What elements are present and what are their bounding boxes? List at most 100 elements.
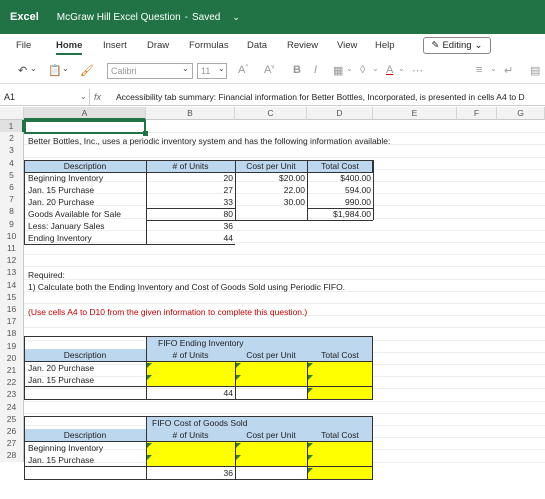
tab-insert[interactable]: Insert xyxy=(103,40,127,51)
tab-review[interactable]: Review xyxy=(287,40,318,51)
units-cell[interactable]: 33 xyxy=(146,197,233,208)
required-label[interactable]: Required: xyxy=(28,270,65,281)
row-header[interactable]: 18 xyxy=(0,327,24,340)
desc-cell[interactable]: Ending Inventory xyxy=(28,233,92,244)
row-header[interactable]: 26 xyxy=(0,425,24,438)
row-header[interactable]: 7 xyxy=(0,193,24,206)
units-cell[interactable]: 80 xyxy=(146,209,233,220)
row-header[interactable]: 12 xyxy=(0,254,24,267)
decrease-font-icon[interactable]: Av xyxy=(264,64,274,76)
row-header[interactable]: 22 xyxy=(0,376,24,389)
row-header[interactable]: 25 xyxy=(0,412,24,425)
question-text[interactable]: 1) Calculate both the Ending Inventory a… xyxy=(28,282,345,293)
row-header[interactable]: 9 xyxy=(0,217,24,230)
chevron-down-icon[interactable]: ⌄ xyxy=(372,64,379,73)
tab-home[interactable]: Home xyxy=(56,40,83,55)
row-header[interactable]: 24 xyxy=(0,400,24,413)
tab-file[interactable]: File xyxy=(16,40,31,51)
chevron-down-icon[interactable]: ⌄ xyxy=(30,64,37,73)
row-header[interactable]: 10 xyxy=(0,229,24,242)
fill-color-icon[interactable]: ◊ xyxy=(360,64,365,76)
clipboard-icon[interactable]: 📋 xyxy=(48,64,62,77)
units-cell[interactable]: 36 xyxy=(146,221,233,232)
chevron-down-icon[interactable]: ⌄ xyxy=(490,64,497,73)
undo-icon[interactable]: ↶ xyxy=(18,64,27,77)
instruction-text[interactable]: (Use cells A4 to D10 from the given info… xyxy=(28,307,307,318)
desc-cell[interactable]: Beginning Inventory xyxy=(28,173,103,184)
column-header-d[interactable]: D xyxy=(307,107,373,120)
font-color-icon[interactable]: A xyxy=(386,64,393,76)
column-header-a[interactable]: A xyxy=(24,107,146,120)
italic-icon[interactable]: I xyxy=(314,64,317,76)
column-header-e[interactable]: E xyxy=(373,107,457,120)
tab-formulas[interactable]: Formulas xyxy=(189,40,229,51)
tab-help[interactable]: Help xyxy=(375,40,395,51)
cost-cell[interactable]: 22.00 xyxy=(235,185,305,196)
increase-font-icon[interactable]: A^ xyxy=(238,64,248,76)
row-header[interactable]: 16 xyxy=(0,303,24,316)
select-all-corner[interactable] xyxy=(0,107,24,120)
total-cell[interactable]: 990.00 xyxy=(307,197,371,208)
row-header[interactable]: 28 xyxy=(0,449,24,462)
chevron-down-icon[interactable]: ⌄ xyxy=(218,64,225,73)
selected-cell-a1[interactable] xyxy=(24,120,146,134)
row-header[interactable]: 3 xyxy=(0,144,24,157)
row-header[interactable]: 15 xyxy=(0,290,24,303)
tab-view[interactable]: View xyxy=(337,40,357,51)
tab-draw[interactable]: Draw xyxy=(147,40,169,51)
tab-data[interactable]: Data xyxy=(247,40,267,51)
units-cell[interactable]: 27 xyxy=(146,185,233,196)
row-header[interactable]: 27 xyxy=(0,437,24,450)
row-header[interactable]: 2 xyxy=(0,132,24,145)
row-header[interactable]: 20 xyxy=(0,351,24,364)
app-name[interactable]: Excel xyxy=(10,11,39,23)
chevron-down-icon[interactable]: ⌄ xyxy=(398,64,405,73)
row-header[interactable]: 17 xyxy=(0,315,24,328)
row-header[interactable]: 13 xyxy=(0,266,24,279)
function-icon[interactable]: fx xyxy=(94,92,101,102)
chevron-down-icon[interactable]: ⌄ xyxy=(346,64,353,73)
cost-cell[interactable]: $20.00 xyxy=(235,173,305,184)
wrap-text-icon[interactable]: ↵ xyxy=(504,64,513,77)
font-name-select[interactable]: Calibri xyxy=(107,63,193,79)
chevron-down-icon[interactable]: ⌄ xyxy=(182,64,189,73)
row-header[interactable]: 19 xyxy=(0,339,24,352)
name-box[interactable]: A1 xyxy=(0,89,90,106)
more-options-icon[interactable]: ⋯ xyxy=(412,64,423,77)
column-header-c[interactable]: C xyxy=(235,107,307,120)
chevron-down-icon[interactable]: ⌄ xyxy=(80,92,87,101)
desc-cell[interactable]: Less: January Sales xyxy=(28,221,105,232)
desc-cell[interactable]: Jan. 20 Purchase xyxy=(28,197,94,208)
units-cell[interactable]: 44 xyxy=(146,233,233,244)
borders-icon[interactable]: ▦ xyxy=(333,64,343,77)
row-header[interactable]: 5 xyxy=(0,168,24,181)
row-header[interactable]: 11 xyxy=(0,242,24,255)
total-cell[interactable]: $400.00 xyxy=(307,173,371,184)
cost-cell[interactable]: 30.00 xyxy=(235,197,305,208)
editing-mode-button[interactable]: ✎ Editing ⌄ xyxy=(423,37,491,54)
total-cell[interactable]: 594.00 xyxy=(307,185,371,196)
format-painter-icon[interactable]: 🖌 xyxy=(80,64,94,77)
row-header[interactable]: 21 xyxy=(0,364,24,377)
column-header-g[interactable]: G xyxy=(497,107,545,120)
document-title[interactable]: McGraw Hill Excel Question xyxy=(57,12,181,23)
units-cell[interactable]: 20 xyxy=(146,173,233,184)
row-header[interactable]: 14 xyxy=(0,278,24,291)
intro-text[interactable]: Better Bottles, Inc., uses a periodic in… xyxy=(28,136,390,147)
bold-icon[interactable]: B xyxy=(293,64,301,76)
merge-icon[interactable]: ▤ xyxy=(530,64,540,77)
total-cell[interactable]: $1,984.00 xyxy=(307,209,371,220)
row-header[interactable]: 1 xyxy=(0,120,24,133)
row-header[interactable]: 6 xyxy=(0,181,24,194)
column-header-b[interactable]: B xyxy=(146,107,235,120)
row-header[interactable]: 8 xyxy=(0,205,24,218)
desc-cell[interactable]: Goods Available for Sale xyxy=(28,209,121,220)
column-header-f[interactable]: F xyxy=(457,107,497,120)
row-header[interactable]: 23 xyxy=(0,388,24,401)
chevron-down-icon[interactable]: ⌄ xyxy=(62,64,69,73)
chevron-down-icon[interactable]: ⌄ xyxy=(232,12,240,23)
desc-cell[interactable]: Jan. 15 Purchase xyxy=(28,185,94,196)
align-icon[interactable]: ≡ xyxy=(476,64,482,76)
formula-input[interactable]: Accessibility tab summary: Financial inf… xyxy=(116,92,545,102)
row-header[interactable]: 4 xyxy=(0,156,24,169)
